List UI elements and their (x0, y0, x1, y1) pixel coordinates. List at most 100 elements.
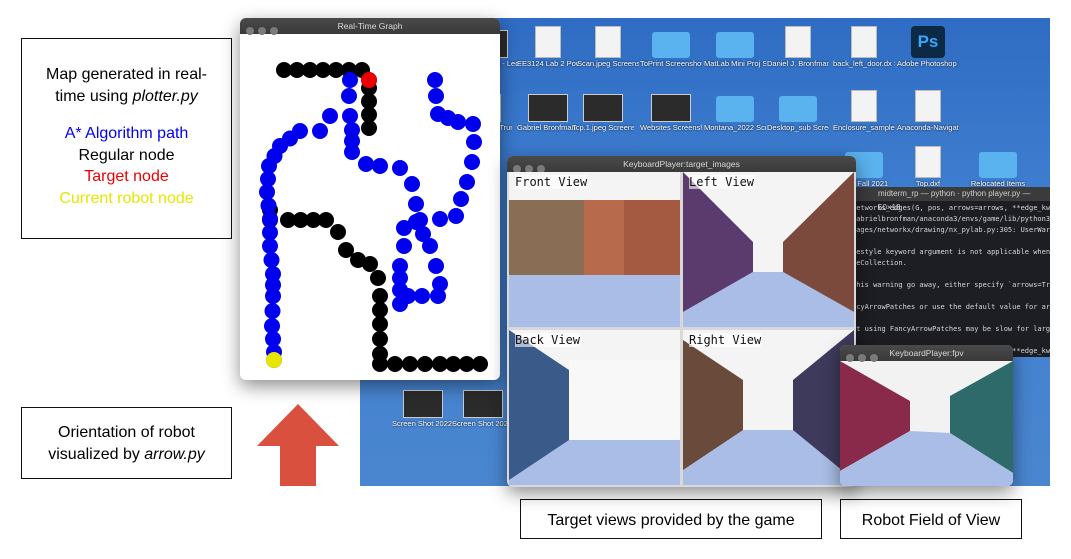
window-titlebar[interactable]: KeyboardPlayer:fpv (840, 345, 1013, 362)
astar-path-node (414, 288, 430, 304)
doc-icon (785, 26, 811, 58)
desktop-icon[interactable]: MatLab Mini Proj Screen Shot (704, 26, 766, 96)
folder-icon (652, 32, 690, 58)
regular-node (318, 212, 334, 228)
desktop-icon[interactable]: Montana_2022 Screen Shot (704, 90, 766, 160)
astar-path-node (260, 197, 277, 214)
callout-map-script-name: plotter.py (132, 87, 198, 105)
target-view-left-view: Left View (683, 172, 854, 327)
callout-map-line2-prefix: time using (55, 87, 133, 105)
astar-path-node (432, 211, 448, 227)
astar-path-node (342, 108, 358, 124)
thumb-icon (651, 94, 691, 122)
desktop-icon-label: Gabriel Bronfman Screenshot (517, 124, 579, 132)
target-images-window[interactable]: KeyboardPlayer:target_images Front View L… (507, 156, 856, 487)
regular-node (372, 356, 388, 372)
doc-icon (915, 90, 941, 122)
astar-path-node (358, 156, 374, 172)
callout-arrow: Orientation of robot visualized by arrow… (21, 407, 232, 479)
folder-icon (779, 96, 817, 122)
close-button[interactable] (246, 27, 254, 35)
regular-node (361, 120, 377, 136)
regular-node (362, 256, 378, 272)
doc-icon (851, 26, 877, 58)
target-node (361, 72, 377, 88)
orientation-arrow-icon (257, 404, 339, 486)
astar-path-node (430, 288, 446, 304)
folder-icon (716, 96, 754, 122)
callout-arrow-line1: Orientation of robot (58, 424, 195, 441)
astar-path-node (428, 88, 444, 104)
callout-map-line1: Map generated in real- (46, 66, 207, 83)
folder-icon (979, 152, 1017, 178)
astar-path-node (422, 238, 438, 254)
regular-node (372, 288, 388, 304)
callout-field-of-view-text: Robot Field of View (861, 512, 1001, 529)
legend-regular-node: Regular node (78, 146, 175, 164)
desktop-icon[interactable]: EE3124 Lab 2 Power...Screenshot (517, 26, 579, 96)
callout-field-of-view: Robot Field of View (840, 499, 1022, 539)
legend-current-node: Current robot node (59, 189, 194, 207)
terminal-window[interactable]: midterm_rp — python · python player.py —… (848, 187, 1050, 357)
terminal-title: midterm_rp — python · python player.py —… (848, 187, 1050, 212)
callout-target-views-text: Target views provided by the game (547, 512, 795, 529)
astar-path-node (322, 108, 338, 124)
target-view-right-view: Right View (683, 330, 854, 485)
astar-path-node (342, 72, 358, 88)
real-time-graph-window[interactable]: Real-Time Graph (240, 18, 500, 380)
zoom-button[interactable] (870, 354, 878, 362)
thumb-icon (528, 94, 568, 122)
desktop-icon[interactable]: Screen Shot 2022-03...4.33 PM (452, 386, 514, 456)
desktop-icon[interactable]: Gabriel Bronfman Screenshot (517, 90, 579, 160)
desktop-icon-label: Tcp.1.jpeg Screenshot (572, 124, 634, 132)
astar-path-node (392, 160, 408, 176)
astar-path-node (372, 158, 388, 174)
arrow-visualization-panel (240, 380, 360, 486)
astar-path-node (404, 176, 420, 192)
desktop-icon[interactable]: Daniel J. Bronfman Bank Screen Shot (767, 26, 829, 96)
desktop-icon[interactable]: Ps Adobe Photoshop Screen Shot (897, 26, 959, 96)
doc-icon (535, 26, 561, 58)
astar-path-node (396, 238, 412, 254)
astar-path-node (459, 174, 475, 190)
desktop-icon-label: Desktop_sub Screen Shot (767, 124, 829, 132)
window-titlebar[interactable]: Real-Time Graph (240, 18, 500, 35)
desktop-icon-label: Enclosure_sample. Screen Shot (833, 124, 895, 132)
desktop-icon[interactable]: Screen Shot 2022-11...4.56 PM (392, 386, 454, 456)
doc-icon (851, 90, 877, 122)
desktop-icon[interactable]: back_left_door.dx Screen Shot (833, 26, 895, 96)
close-button[interactable] (846, 354, 854, 362)
astar-path-node (428, 258, 444, 274)
view-label: Right View (689, 333, 762, 347)
desktop-icon[interactable]: Desktop_sub Screen Shot (767, 90, 829, 160)
astar-path-node (341, 88, 357, 104)
callout-arrow-line2-prefix: visualized by (48, 445, 145, 463)
thumb-icon (463, 390, 503, 418)
desktop-icon-label: Anaconda-Navigator Screen Shot (897, 124, 959, 132)
regular-node (372, 302, 388, 318)
minimize-button[interactable] (258, 27, 266, 35)
view-label: Left View (689, 175, 755, 189)
desktop-icon-label: back_left_door.dx Screen Shot (833, 60, 895, 68)
astar-path-node (312, 123, 328, 139)
astar-path-node (465, 116, 481, 132)
minimize-button[interactable] (858, 354, 866, 362)
desktop-icon-label: Websites Screenshot (640, 124, 702, 132)
regular-node (372, 316, 388, 332)
fpv-window[interactable]: KeyboardPlayer:fpv (840, 345, 1013, 486)
zoom-button[interactable] (270, 27, 278, 35)
desktop-icon-label: Daniel J. Bronfman Bank Screen Shot (767, 60, 829, 68)
regular-node (417, 356, 433, 372)
target-view-front-view: Front View (509, 172, 680, 327)
window-titlebar[interactable]: KeyboardPlayer:target_images (507, 156, 856, 173)
desktop-icon[interactable]: ToPrint Screenshot (640, 26, 702, 96)
window-title: KeyboardPlayer:target_images (623, 159, 740, 169)
astar-path-node (464, 154, 480, 170)
thumb-icon (403, 390, 443, 418)
desktop-icon[interactable]: Tcp.1.jpeg Screenshot (572, 90, 634, 160)
legend-astar-path: A* Algorithm path (64, 125, 189, 142)
desktop-icon[interactable]: Websites Screenshot (640, 90, 702, 160)
astar-path-node (450, 114, 466, 130)
desktop-icon[interactable]: Scan.jpeg Screenshot (577, 26, 639, 96)
doc-icon (595, 26, 621, 58)
